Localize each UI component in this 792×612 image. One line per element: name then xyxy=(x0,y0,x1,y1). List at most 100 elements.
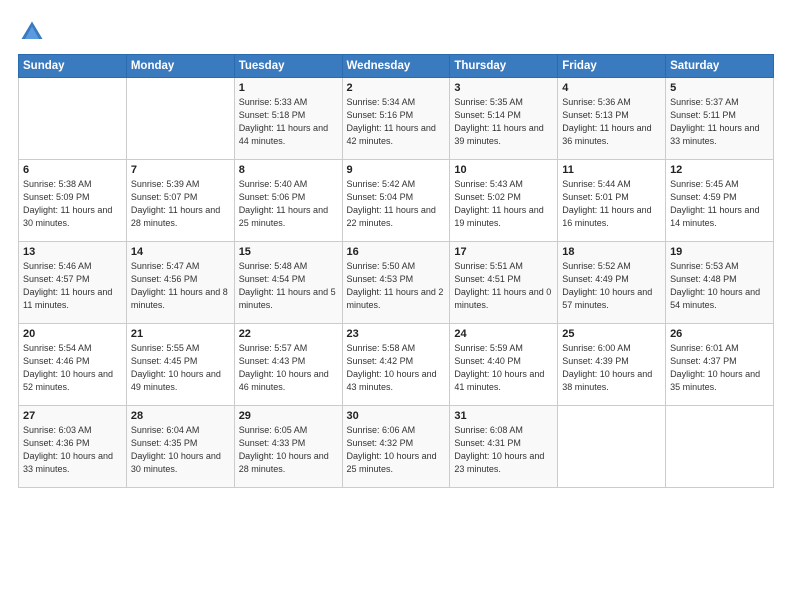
day-info: Sunrise: 5:33 AM Sunset: 5:18 PM Dayligh… xyxy=(239,96,338,148)
day-info: Sunrise: 5:53 AM Sunset: 4:48 PM Dayligh… xyxy=(670,260,769,312)
day-info: Sunrise: 6:06 AM Sunset: 4:32 PM Dayligh… xyxy=(347,424,446,476)
calendar-cell: 19 Sunrise: 5:53 AM Sunset: 4:48 PM Dayli… xyxy=(666,242,774,324)
day-number: 30 xyxy=(347,410,446,422)
calendar-cell: 7 Sunrise: 5:39 AM Sunset: 5:07 PM Daylig… xyxy=(126,160,234,242)
calendar-cell: 31 Sunrise: 6:08 AM Sunset: 4:31 PM Dayli… xyxy=(450,406,558,488)
weekday-header-monday: Monday xyxy=(126,55,234,78)
calendar-cell: 15Sunrise: 5:48 AM Sunset: 4:54 PM Dayli… xyxy=(234,242,342,324)
day-number: 2 xyxy=(347,82,446,94)
calendar-cell: 20Sunrise: 5:54 AM Sunset: 4:46 PM Dayli… xyxy=(19,324,127,406)
calendar-week-row: 6 Sunrise: 5:38 AM Sunset: 5:09 PM Daylig… xyxy=(19,160,774,242)
day-info: Sunrise: 5:35 AM Sunset: 5:14 PM Dayligh… xyxy=(454,96,553,148)
day-number: 7 xyxy=(131,164,230,176)
day-info: Sunrise: 5:40 AM Sunset: 5:06 PM Dayligh… xyxy=(239,178,338,230)
day-info: Sunrise: 5:42 AM Sunset: 5:04 PM Dayligh… xyxy=(347,178,446,230)
calendar-cell: 25 Sunrise: 6:00 AM Sunset: 4:39 PM Dayli… xyxy=(558,324,666,406)
weekday-header-thursday: Thursday xyxy=(450,55,558,78)
day-info: Sunrise: 5:57 AM Sunset: 4:43 PM Dayligh… xyxy=(239,342,338,394)
day-number: 28 xyxy=(131,410,230,422)
day-number: 21 xyxy=(131,328,230,340)
calendar-cell: 21 Sunrise: 5:55 AM Sunset: 4:45 PM Dayli… xyxy=(126,324,234,406)
calendar-cell: 5Sunrise: 5:37 AM Sunset: 5:11 PM Daylig… xyxy=(666,78,774,160)
calendar-cell: 1 Sunrise: 5:33 AM Sunset: 5:18 PM Daylig… xyxy=(234,78,342,160)
day-info: Sunrise: 5:55 AM Sunset: 4:45 PM Dayligh… xyxy=(131,342,230,394)
calendar-cell: 14 Sunrise: 5:47 AM Sunset: 4:56 PM Dayli… xyxy=(126,242,234,324)
logo-icon xyxy=(18,18,46,46)
day-info: Sunrise: 5:43 AM Sunset: 5:02 PM Dayligh… xyxy=(454,178,553,230)
calendar-cell: 17 Sunrise: 5:51 AM Sunset: 4:51 PM Dayli… xyxy=(450,242,558,324)
calendar-cell: 11 Sunrise: 5:44 AM Sunset: 5:01 PM Dayli… xyxy=(558,160,666,242)
calendar-cell xyxy=(19,78,127,160)
day-number: 18 xyxy=(562,246,661,258)
day-number: 17 xyxy=(454,246,553,258)
calendar-cell: 29 Sunrise: 6:05 AM Sunset: 4:33 PM Dayli… xyxy=(234,406,342,488)
day-info: Sunrise: 5:38 AM Sunset: 5:09 PM Dayligh… xyxy=(23,178,122,230)
day-number: 22 xyxy=(239,328,338,340)
weekday-header-row: SundayMondayTuesdayWednesdayThursdayFrid… xyxy=(19,55,774,78)
calendar-cell: 30 Sunrise: 6:06 AM Sunset: 4:32 PM Dayli… xyxy=(342,406,450,488)
day-number: 1 xyxy=(239,82,338,94)
calendar-cell xyxy=(126,78,234,160)
day-info: Sunrise: 5:44 AM Sunset: 5:01 PM Dayligh… xyxy=(562,178,661,230)
calendar-cell: 26 Sunrise: 6:01 AM Sunset: 4:37 PM Dayli… xyxy=(666,324,774,406)
day-number: 25 xyxy=(562,328,661,340)
day-number: 6 xyxy=(23,164,122,176)
day-info: Sunrise: 5:47 AM Sunset: 4:56 PM Dayligh… xyxy=(131,260,230,312)
calendar-cell: 3 Sunrise: 5:35 AM Sunset: 5:14 PM Daylig… xyxy=(450,78,558,160)
day-info: Sunrise: 5:59 AM Sunset: 4:40 PM Dayligh… xyxy=(454,342,553,394)
page-container: SundayMondayTuesdayWednesdayThursdayFrid… xyxy=(0,0,792,498)
day-info: Sunrise: 5:52 AM Sunset: 4:49 PM Dayligh… xyxy=(562,260,661,312)
calendar-cell: 23 Sunrise: 5:58 AM Sunset: 4:42 PM Dayli… xyxy=(342,324,450,406)
day-number: 20 xyxy=(23,328,122,340)
day-number: 27 xyxy=(23,410,122,422)
day-number: 13 xyxy=(23,246,122,258)
calendar-cell: 4 Sunrise: 5:36 AM Sunset: 5:13 PM Daylig… xyxy=(558,78,666,160)
calendar-cell xyxy=(666,406,774,488)
day-info: Sunrise: 6:00 AM Sunset: 4:39 PM Dayligh… xyxy=(562,342,661,394)
day-number: 4 xyxy=(562,82,661,94)
day-number: 14 xyxy=(131,246,230,258)
calendar-cell: 9 Sunrise: 5:42 AM Sunset: 5:04 PM Daylig… xyxy=(342,160,450,242)
day-info: Sunrise: 6:03 AM Sunset: 4:36 PM Dayligh… xyxy=(23,424,122,476)
day-number: 15 xyxy=(239,246,338,258)
calendar-cell: 10 Sunrise: 5:43 AM Sunset: 5:02 PM Dayli… xyxy=(450,160,558,242)
weekday-header-friday: Friday xyxy=(558,55,666,78)
day-number: 23 xyxy=(347,328,446,340)
calendar-week-row: 13Sunrise: 5:46 AM Sunset: 4:57 PM Dayli… xyxy=(19,242,774,324)
day-number: 10 xyxy=(454,164,553,176)
day-info: Sunrise: 5:58 AM Sunset: 4:42 PM Dayligh… xyxy=(347,342,446,394)
day-info: Sunrise: 5:50 AM Sunset: 4:53 PM Dayligh… xyxy=(347,260,446,312)
day-info: Sunrise: 5:36 AM Sunset: 5:13 PM Dayligh… xyxy=(562,96,661,148)
weekday-header-tuesday: Tuesday xyxy=(234,55,342,78)
calendar-cell: 24Sunrise: 5:59 AM Sunset: 4:40 PM Dayli… xyxy=(450,324,558,406)
day-number: 16 xyxy=(347,246,446,258)
day-info: Sunrise: 6:08 AM Sunset: 4:31 PM Dayligh… xyxy=(454,424,553,476)
day-info: Sunrise: 5:37 AM Sunset: 5:11 PM Dayligh… xyxy=(670,96,769,148)
day-number: 31 xyxy=(454,410,553,422)
day-info: Sunrise: 5:51 AM Sunset: 4:51 PM Dayligh… xyxy=(454,260,553,312)
day-info: Sunrise: 5:39 AM Sunset: 5:07 PM Dayligh… xyxy=(131,178,230,230)
day-number: 3 xyxy=(454,82,553,94)
day-number: 9 xyxy=(347,164,446,176)
page-header xyxy=(18,18,774,46)
calendar-table: SundayMondayTuesdayWednesdayThursdayFrid… xyxy=(18,54,774,488)
calendar-cell: 6 Sunrise: 5:38 AM Sunset: 5:09 PM Daylig… xyxy=(19,160,127,242)
day-number: 29 xyxy=(239,410,338,422)
calendar-cell: 22 Sunrise: 5:57 AM Sunset: 4:43 PM Dayli… xyxy=(234,324,342,406)
calendar-week-row: 27 Sunrise: 6:03 AM Sunset: 4:36 PM Dayli… xyxy=(19,406,774,488)
calendar-cell: 16 Sunrise: 5:50 AM Sunset: 4:53 PM Dayli… xyxy=(342,242,450,324)
day-number: 19 xyxy=(670,246,769,258)
calendar-week-row: 1 Sunrise: 5:33 AM Sunset: 5:18 PM Daylig… xyxy=(19,78,774,160)
day-info: Sunrise: 6:01 AM Sunset: 4:37 PM Dayligh… xyxy=(670,342,769,394)
day-number: 8 xyxy=(239,164,338,176)
day-number: 26 xyxy=(670,328,769,340)
calendar-cell: 2 Sunrise: 5:34 AM Sunset: 5:16 PM Daylig… xyxy=(342,78,450,160)
day-info: Sunrise: 5:34 AM Sunset: 5:16 PM Dayligh… xyxy=(347,96,446,148)
weekday-header-wednesday: Wednesday xyxy=(342,55,450,78)
day-number: 11 xyxy=(562,164,661,176)
day-info: Sunrise: 5:45 AM Sunset: 4:59 PM Dayligh… xyxy=(670,178,769,230)
calendar-cell: 18 Sunrise: 5:52 AM Sunset: 4:49 PM Dayli… xyxy=(558,242,666,324)
calendar-cell: 8 Sunrise: 5:40 AM Sunset: 5:06 PM Daylig… xyxy=(234,160,342,242)
day-info: Sunrise: 6:05 AM Sunset: 4:33 PM Dayligh… xyxy=(239,424,338,476)
calendar-cell xyxy=(558,406,666,488)
